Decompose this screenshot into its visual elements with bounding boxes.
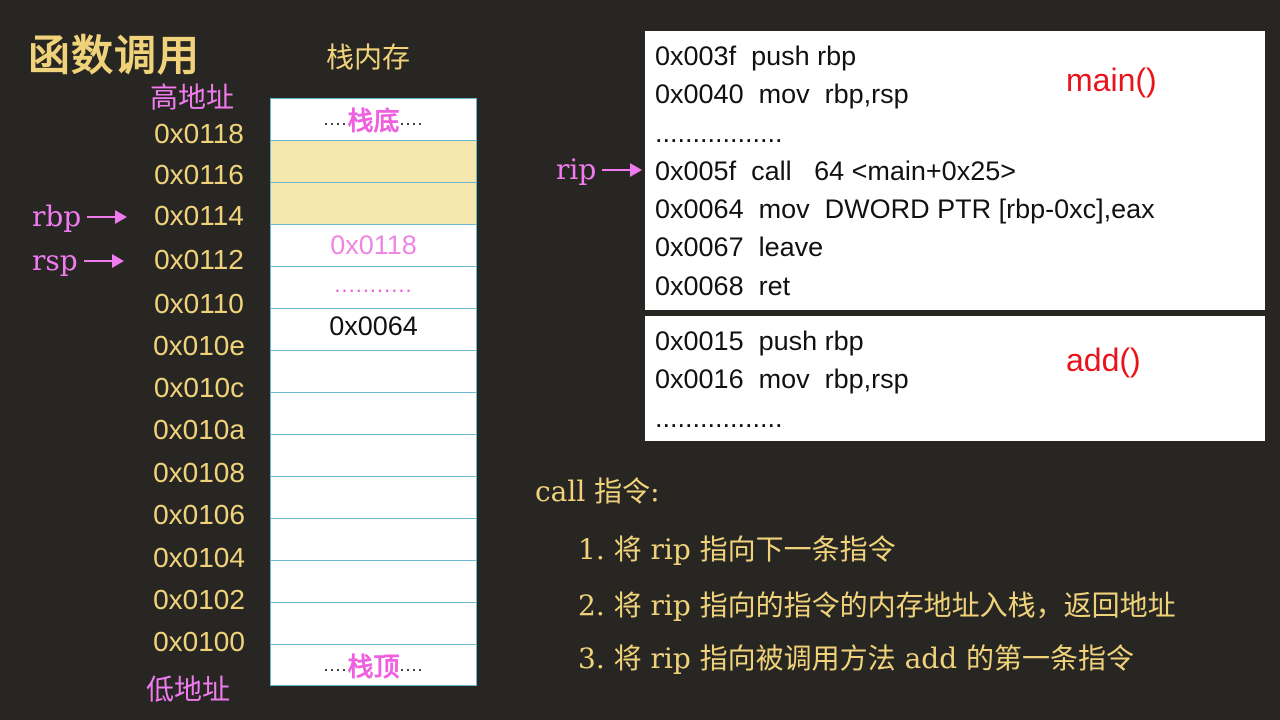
address-label: 0x010e [153, 330, 245, 361]
code-line: 0x0015 push rbp [655, 326, 864, 356]
stack-cell [271, 477, 476, 519]
code-line: 0x0068 ret [655, 270, 791, 301]
stack-cell [271, 351, 476, 393]
stack-cell [271, 141, 476, 183]
address-label: 0x0110 [154, 288, 244, 319]
page-title: 函数调用 [28, 31, 201, 80]
stack-bottom-label: 栈底 [347, 107, 400, 137]
rip-label: rip [556, 153, 597, 186]
saved-rbp-cell: 0x0118 [271, 225, 476, 267]
stack-cell [271, 183, 476, 225]
address-label: 0x0116 [154, 159, 244, 190]
right-arrow-icon [87, 209, 128, 224]
code-line: 0x0067 leave [655, 232, 824, 263]
saved-rbp-value: 0x0118 [330, 230, 417, 260]
code-line: 0x0064 mov DWORD PTR [rbp-0xc],eax [655, 194, 1155, 225]
code-line: 0x005f call 64 <main+0x25> [655, 155, 1016, 186]
stack-top-cell: .... 栈顶 .... [271, 645, 476, 685]
stack-cell [271, 435, 476, 477]
code-line: 0x0016 mov rbp,rsp [655, 364, 909, 395]
address-label: 0x0104 [153, 542, 245, 573]
address-label: 0x0114 [154, 200, 244, 231]
code-line: 0x003f push rbp [655, 41, 857, 71]
address-label: 0x010c [153, 372, 245, 403]
stack-cell [271, 393, 476, 435]
stack-cell [271, 519, 476, 561]
code-line: 0x0040 mov rbp,rsp [655, 79, 909, 110]
rip-pointer: rip [556, 153, 643, 186]
main-code-box: 0x003f push rbp 0x0040 mov rbp,rsp .....… [645, 31, 1265, 310]
code-line: ................. [655, 117, 783, 148]
high-address-label: 高地址 [150, 81, 235, 114]
rsp-label: rsp [32, 244, 78, 277]
return-address-cell: 0x0064 [271, 309, 476, 351]
rbp-label: rbp [32, 200, 82, 233]
return-address-value: 0x0064 [329, 311, 418, 341]
address-label: 0x0100 [153, 626, 245, 657]
add-function-label: add() [1066, 342, 1141, 378]
low-address-label: 低地址 [146, 673, 231, 706]
note-item: 1. 将 rip 指向下一条指令 [578, 533, 896, 566]
address-label: 0x010a [153, 414, 245, 445]
address-label: 0x0102 [153, 584, 245, 615]
stack-dots: ........... [334, 271, 413, 297]
stack-bottom-cell: .... 栈底 .... [271, 99, 476, 141]
address-label: 0x0118 [154, 118, 244, 149]
stack-cell [271, 603, 476, 645]
add-code-box: 0x0015 push rbp 0x0016 mov rbp,rsp .....… [645, 316, 1265, 441]
stack-memory: .... 栈底 .... 0x0118 ........... 0x0064 .… [270, 98, 477, 686]
address-label: 0x0112 [154, 244, 244, 275]
note-item: 3. 将 rip 指向被调用方法 add 的第一条指令 [578, 642, 1135, 675]
call-instruction-heading: call 指令: [535, 475, 660, 508]
rsp-pointer: rsp [32, 244, 124, 277]
address-label: 0x0106 [153, 499, 245, 530]
stack-memory-title: 栈内存 [326, 41, 411, 74]
stack-cell: ........... [271, 267, 476, 309]
right-arrow-icon [83, 253, 124, 268]
stack-cell [271, 561, 476, 603]
stack-top-label: 栈顶 [347, 652, 400, 683]
main-function-label: main() [1066, 62, 1157, 98]
rbp-pointer: rbp [32, 200, 128, 233]
code-line: ................. [655, 402, 783, 433]
address-label: 0x0108 [153, 457, 245, 488]
right-arrow-icon [602, 162, 643, 177]
note-item: 2. 将 rip 指向的指令的内存地址入栈，返回地址 [578, 589, 1176, 622]
